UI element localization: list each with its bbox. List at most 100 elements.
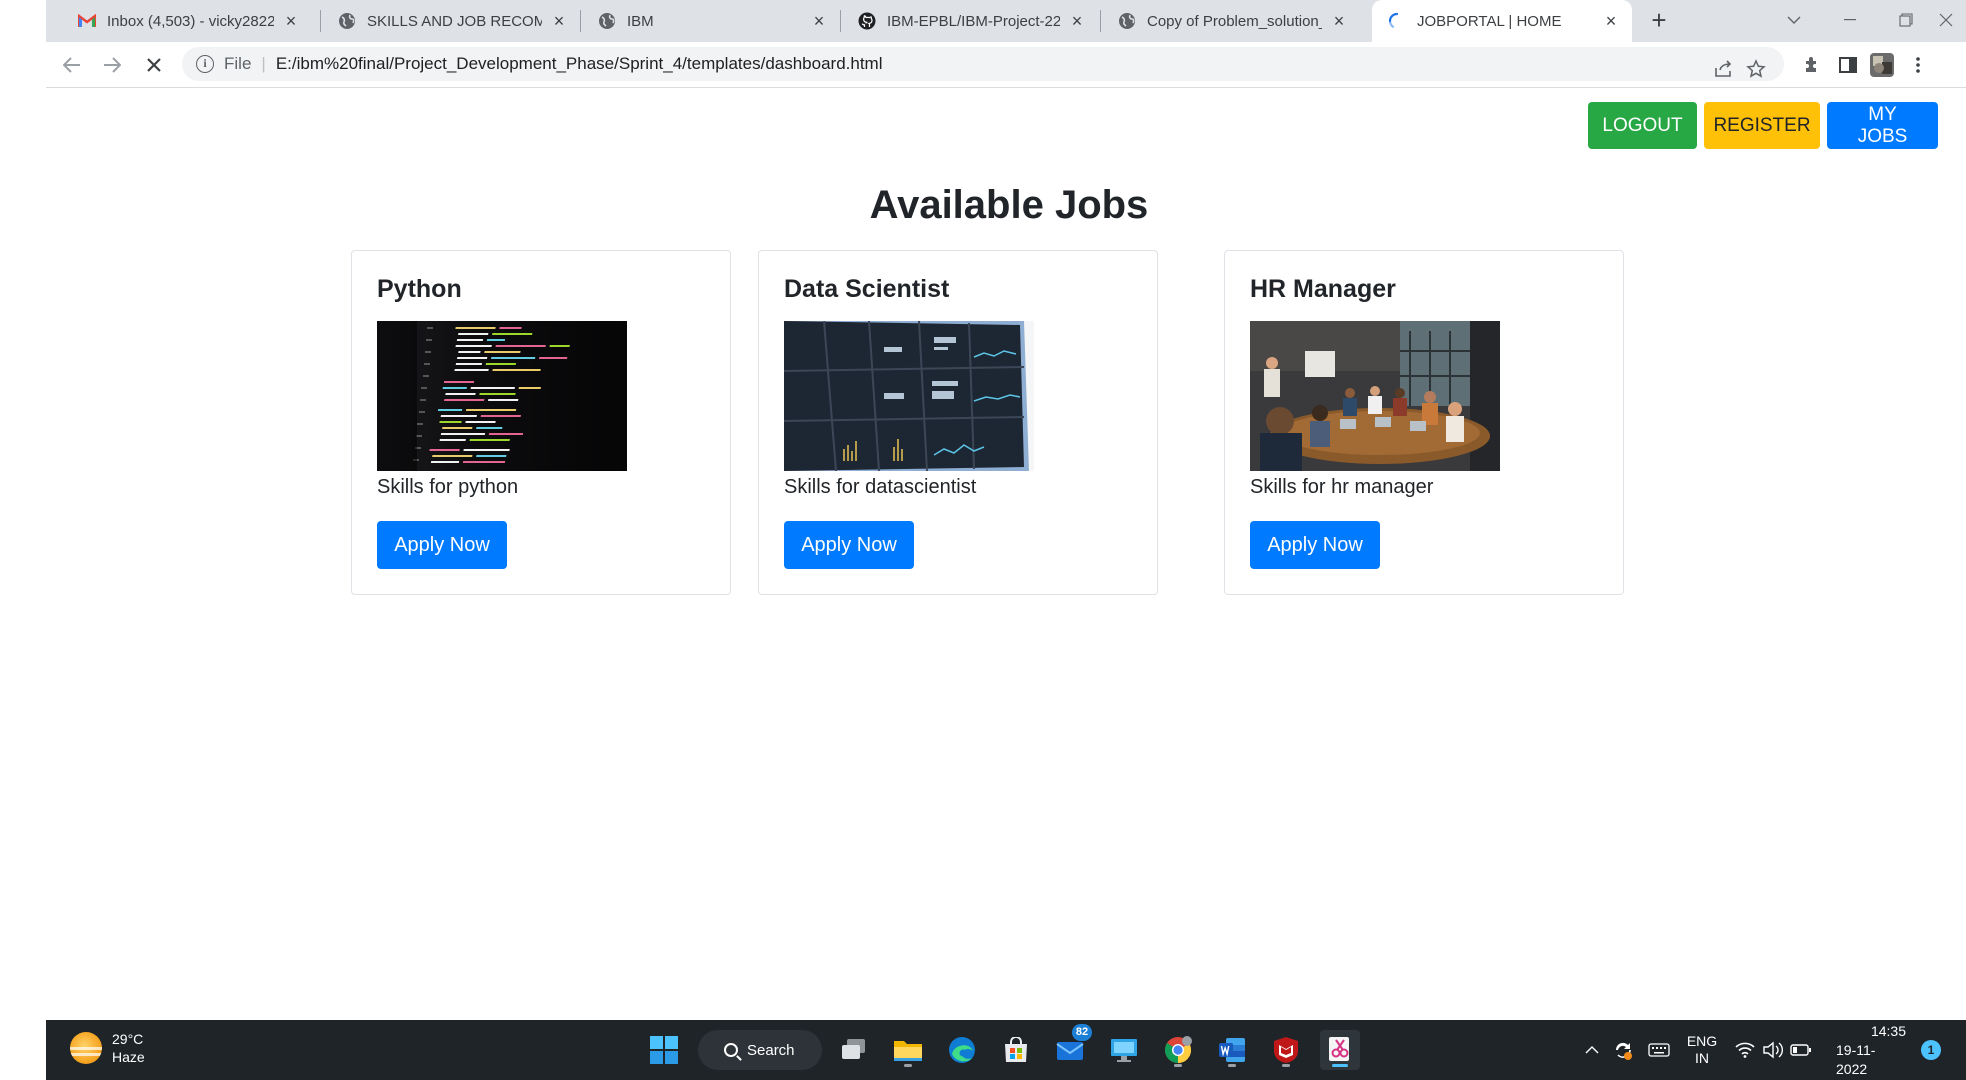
minimize-button[interactable] [1822,0,1878,40]
tab-copy-problem[interactable]: Copy of Problem_solution_ × [1102,0,1360,42]
profile-avatar[interactable] [1868,51,1896,79]
close-window-button[interactable] [1926,0,1966,40]
job-title: HR Manager [1250,275,1396,303]
info-icon[interactable]: i [196,55,214,73]
my-jobs-button[interactable]: MY JOBS [1827,102,1938,149]
mail-icon[interactable]: 82 [1050,1024,1092,1070]
running-indicator [904,1064,912,1067]
snipping-tool-icon[interactable] [1320,1030,1360,1070]
task-view-icon[interactable] [834,1030,874,1070]
notification-count-badge: 1 [1921,1040,1941,1060]
running-indicator [1282,1064,1290,1067]
wifi-icon[interactable] [1732,1020,1758,1080]
keyboard-icon[interactable] [1644,1020,1674,1080]
url-text: E:/ibm%20final/Project_Development_Phase… [275,54,883,73]
tab-separator [320,10,321,32]
tab-ibm[interactable]: IBM × [582,0,840,42]
job-image-dashboard [784,321,1034,471]
chrome-icon[interactable] [1158,1030,1198,1070]
start-button[interactable] [644,1030,684,1070]
running-indicator [1174,1064,1182,1067]
tab-gmail[interactable]: Inbox (4,503) - vicky282225 × [62,0,312,42]
job-image-code [377,321,627,471]
close-icon[interactable]: × [550,12,568,30]
apply-now-button[interactable]: Apply Now [1250,521,1380,569]
tab-separator [840,10,841,32]
remote-desktop-icon[interactable] [1104,1030,1144,1070]
clock-time: 14:35 [1870,1022,1906,1039]
tab-jobportal-home[interactable]: JOBPORTAL | HOME × [1372,0,1632,42]
language-code: ENG [1686,1033,1718,1049]
weather-condition: Haze [112,1049,145,1065]
tab-title: JOBPORTAL | HOME [1417,12,1562,30]
back-button[interactable] [57,50,87,80]
close-icon[interactable]: × [1330,12,1348,30]
microsoft-store-icon[interactable] [996,1030,1036,1070]
tab-skills[interactable]: SKILLS AND JOB RECOMME × [322,0,580,42]
job-image-meeting [1250,321,1500,471]
github-icon [858,12,876,30]
job-description: Skills for datascientist [784,476,977,498]
word-icon[interactable] [1212,1030,1252,1070]
stop-loading-button[interactable] [139,50,169,80]
url-scheme: File [224,54,252,73]
show-hidden-icons-chevron[interactable] [1580,1020,1604,1080]
mcafee-icon[interactable] [1266,1030,1306,1070]
taskbar: 29°C Haze Search 82 ENG IN 14:35 19-11-2… [46,1020,1966,1080]
close-icon[interactable]: × [282,12,300,30]
page-content: LOGOUT REGISTER MY JOBS Available Jobs P… [46,88,1966,1020]
loading-spinner-icon [1388,12,1406,30]
page-title: Available Jobs [46,183,1966,228]
register-button[interactable]: REGISTER [1704,102,1820,149]
job-title: Python [377,275,462,303]
battery-icon[interactable] [1788,1020,1814,1080]
active-indicator [1332,1064,1348,1067]
job-description: Skills for python [377,476,519,498]
taskbar-search-label: Search [747,1041,795,1059]
top-nav: LOGOUT REGISTER MY JOBS [1588,102,1938,149]
file-explorer-icon[interactable] [888,1030,928,1070]
page-title-text: Available Jobs [869,183,1149,227]
close-icon[interactable]: × [1068,12,1086,30]
globe-icon [598,12,616,30]
taskbar-search[interactable]: Search [698,1030,822,1070]
mail-badge: 82 [1072,1024,1092,1041]
language-indicator[interactable]: ENG IN [1682,1020,1722,1080]
clock[interactable]: 14:35 19-11-2022 [1836,1020,1906,1080]
tab-title: Copy of Problem_solution_ [1147,12,1322,30]
weather-temp: 29°C [112,1031,144,1047]
side-panel-icon[interactable] [1834,51,1862,79]
tab-title: Inbox (4,503) - vicky282225 [107,12,274,30]
url-separator: | [261,54,266,73]
address-bar[interactable]: i File | E:/ibm%20final/Project_Developm… [182,47,1784,81]
notification-center[interactable]: 1 [1916,1020,1946,1080]
edge-browser-icon[interactable] [942,1030,982,1070]
tab-title: IBM-EPBL/IBM-Project-228 [887,12,1060,30]
running-indicator [1228,1064,1236,1067]
volume-icon[interactable] [1760,1020,1786,1080]
job-card: HR Manager Skills for hr manager Apply N… [1224,250,1624,595]
sync-icon[interactable] [1608,1020,1638,1080]
logout-button[interactable]: LOGOUT [1588,102,1697,149]
menu-kebab-icon[interactable] [1904,51,1932,79]
new-tab-button[interactable]: + [1644,6,1674,36]
tab-title: IBM [627,12,654,30]
close-icon[interactable]: × [1602,12,1620,30]
apply-now-button[interactable]: Apply Now [377,521,507,569]
tab-github[interactable]: IBM-EPBL/IBM-Project-228 × [842,0,1098,42]
apply-now-button[interactable]: Apply Now [784,521,914,569]
share-icon[interactable] [1712,57,1736,81]
tab-search-icon[interactable] [1766,0,1822,40]
forward-button[interactable] [97,50,127,80]
haze-weather-icon [70,1032,102,1064]
weather-widget[interactable]: 29°C Haze [70,1030,145,1066]
job-title: Data Scientist [784,275,950,303]
tab-separator [580,10,581,32]
language-region: IN [1695,1050,1709,1066]
close-icon[interactable]: × [810,12,828,30]
extensions-puzzle-icon[interactable] [1798,51,1826,79]
screen: Inbox (4,503) - vicky282225 × SKILLS AND… [0,0,1966,1080]
bookmark-star-icon[interactable] [1744,57,1768,81]
globe-icon [338,12,356,30]
job-card: Data Scientist Skills for datascientist … [758,250,1158,595]
